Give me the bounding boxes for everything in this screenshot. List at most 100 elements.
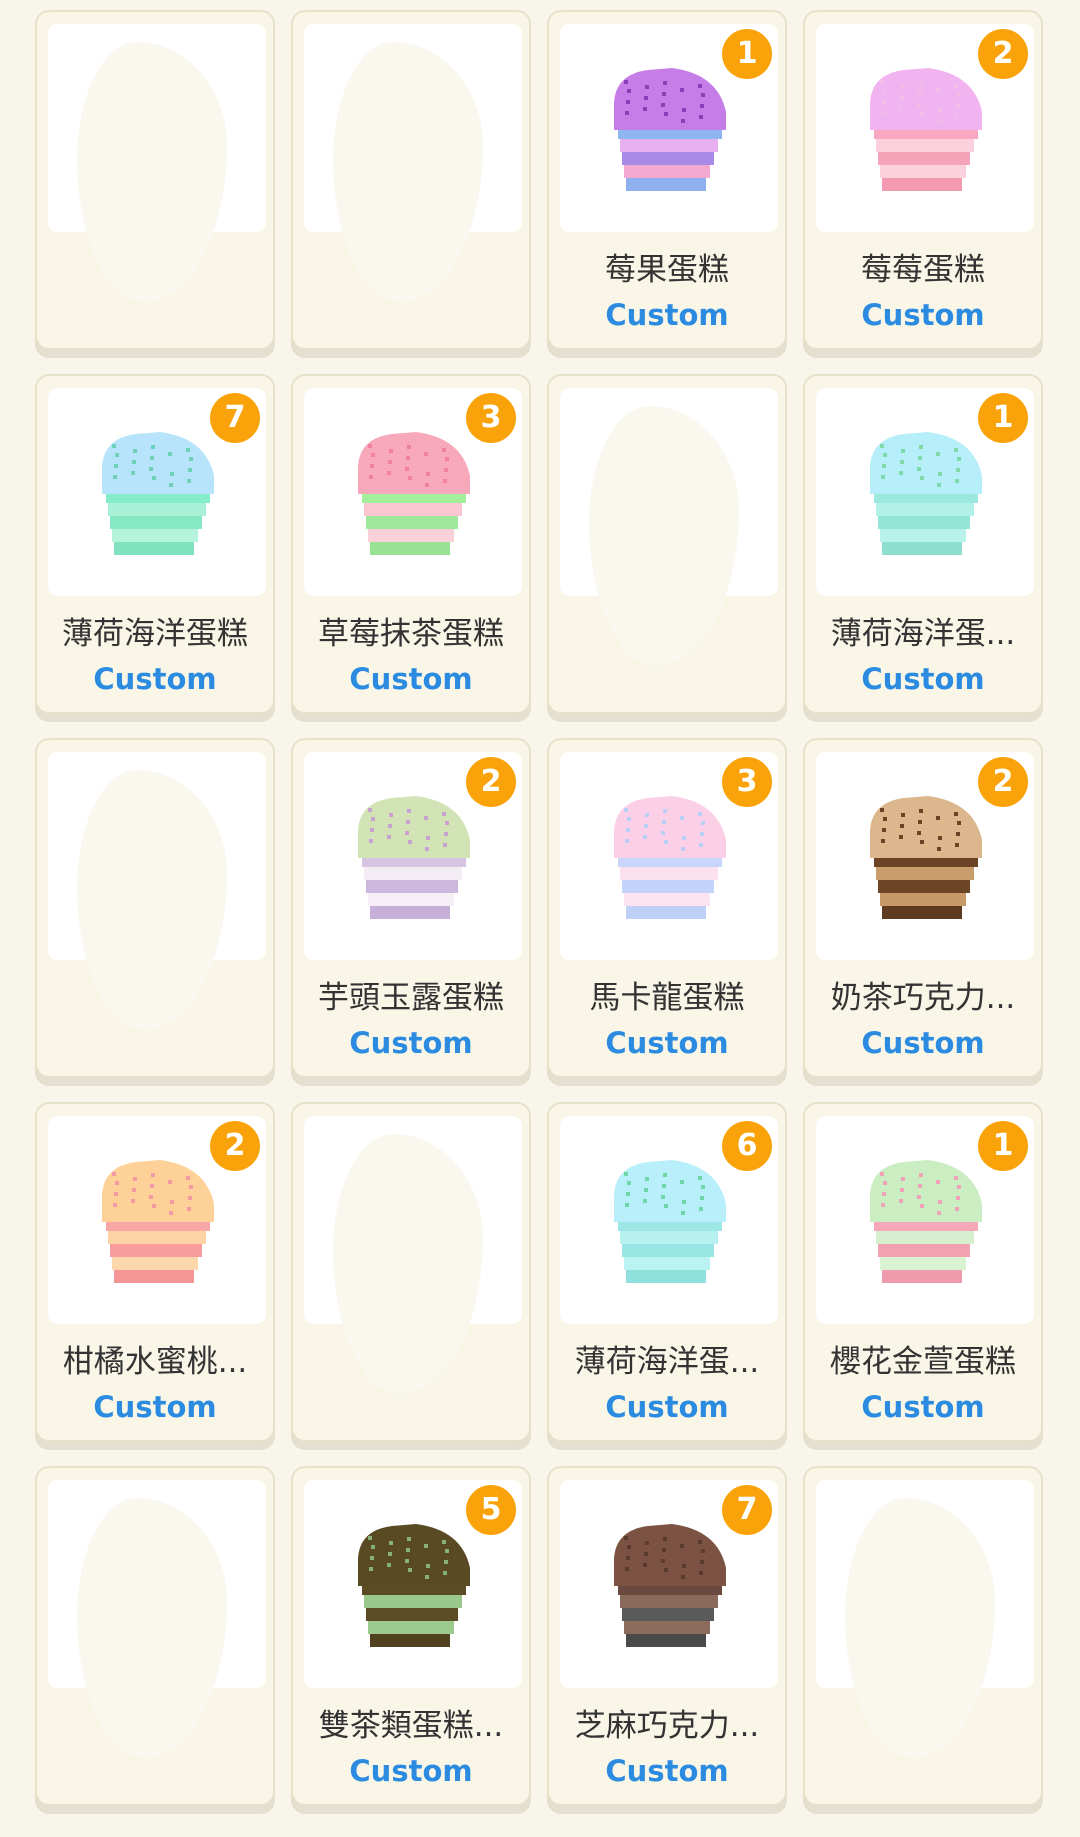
count-badge: 2 [466, 757, 516, 807]
count-badge: 1 [978, 1121, 1028, 1171]
cake-sprinkle [151, 445, 155, 449]
sticker-card[interactable]: 6 薄荷海洋蛋... Custom [547, 1102, 787, 1442]
sticker-name: 薄荷海洋蛋... [574, 1344, 760, 1380]
sticker-card[interactable]: 1 櫻花金萱蛋糕 Custom [803, 1102, 1043, 1442]
cake-sprinkle [407, 809, 411, 813]
cake-sprinkle [919, 445, 923, 449]
cake-layer [364, 867, 462, 880]
cake-sprinkle [699, 843, 703, 847]
cake-frosting [614, 1524, 726, 1586]
cake-sprinkle [368, 1536, 372, 1540]
cake-sprinkle [662, 1548, 666, 1552]
cake-sprinkle [113, 1203, 117, 1207]
custom-tag: Custom [349, 662, 473, 696]
sticker-card[interactable]: 2 芋頭玉露蛋糕 Custom [291, 738, 531, 1078]
cake-sprinkle [957, 821, 961, 825]
sticker-card[interactable]: 7 芝麻巧克力... Custom [547, 1466, 787, 1806]
cake-sprinkle [661, 1559, 665, 1563]
cake-sprinkle [644, 96, 648, 100]
sticker-card-empty[interactable] [35, 738, 275, 1078]
cake-sprinkle [408, 476, 412, 480]
cake-sprinkle [625, 111, 629, 115]
cake-sprinkle [151, 1173, 155, 1177]
sticker-card[interactable]: 2 奶茶巧克力... Custom [803, 738, 1043, 1078]
custom-tag: Custom [861, 298, 985, 332]
cake-sprinkle [919, 81, 923, 85]
cake-layer [368, 529, 454, 542]
cake-sprinkle [682, 836, 686, 840]
count-badge: 6 [722, 1121, 772, 1171]
cake-sprinkle [114, 1192, 118, 1196]
sticker-card[interactable]: 1 莓果蛋糕 Custom [547, 10, 787, 350]
cake-sprinkle [901, 813, 905, 817]
count-badge: 7 [722, 1485, 772, 1535]
sticker-card[interactable]: 3 草莓抹茶蛋糕 Custom [291, 374, 531, 714]
cake-layer [622, 1244, 714, 1257]
cake-sprinkle [938, 836, 942, 840]
cake-sprinkle [664, 1204, 668, 1208]
sticker-card-empty[interactable] [547, 374, 787, 714]
empty-placeholder [845, 1498, 995, 1758]
sticker-card-empty[interactable] [291, 1102, 531, 1442]
cake-frosting [614, 68, 726, 130]
cake-sprinkle [899, 471, 903, 475]
cake-frosting [870, 1160, 982, 1222]
cake-sprinkle [882, 464, 886, 468]
cake-frosting [614, 796, 726, 858]
cake-sprinkle [424, 452, 428, 456]
sticker-thumbnail: 7 [48, 388, 266, 596]
cake-sprinkle [645, 85, 649, 89]
sticker-card-empty[interactable] [803, 1466, 1043, 1806]
count-badge: 1 [722, 29, 772, 79]
cake-sprinkle [644, 1552, 648, 1556]
cake-sprinkle [661, 103, 665, 107]
sticker-card-empty[interactable] [35, 10, 275, 350]
cake-layer [368, 1621, 454, 1634]
sticker-card[interactable]: 3 馬卡龍蛋糕 Custom [547, 738, 787, 1078]
cake-sprinkle [369, 839, 373, 843]
cake-layer [876, 139, 974, 152]
cake-sprinkle [700, 1196, 704, 1200]
cake-sprinkle [408, 840, 412, 844]
cake-layer [876, 867, 974, 880]
cake-image [614, 68, 726, 191]
cake-sprinkle [901, 1177, 905, 1181]
cake-sprinkle [920, 112, 924, 116]
cake-sprinkle [663, 809, 667, 813]
cake-sprinkle [938, 108, 942, 112]
cake-layer [882, 906, 962, 919]
cake-sprinkle [881, 1203, 885, 1207]
sticker-card[interactable]: 2 莓莓蛋糕 Custom [803, 10, 1043, 350]
cake-sprinkle [624, 1536, 628, 1540]
count-badge: 5 [466, 1485, 516, 1535]
count-badge: 3 [466, 393, 516, 443]
cake-sprinkle [389, 813, 393, 817]
sticker-card-empty[interactable] [291, 10, 531, 350]
sticker-card[interactable]: 7 薄荷海洋蛋糕 Custom [35, 374, 275, 714]
cake-sprinkle [444, 832, 448, 836]
sticker-card-empty[interactable] [35, 1466, 275, 1806]
count-badge: 1 [978, 393, 1028, 443]
sticker-name: 櫻花金萱蛋糕 [830, 1344, 1016, 1380]
sticker-card[interactable]: 2 柑橘水蜜桃... Custom [35, 1102, 275, 1442]
cake-sprinkle [625, 1567, 629, 1571]
cake-sprinkle [442, 812, 446, 816]
custom-tag: Custom [349, 1754, 473, 1788]
cake-sprinkle [680, 1180, 684, 1184]
sticker-card[interactable]: 5 雙茶類蛋糕... Custom [291, 1466, 531, 1806]
cake-sprinkle [426, 836, 430, 840]
cake-sprinkle [700, 1560, 704, 1564]
cake-sprinkle [661, 831, 665, 835]
cake-image [614, 1160, 726, 1283]
cake-sprinkle [645, 1177, 649, 1181]
cake-sprinkle [954, 448, 958, 452]
cake-sprinkle [883, 453, 887, 457]
cake-sprinkle [644, 824, 648, 828]
cake-layer [370, 906, 450, 919]
cake-sprinkle [954, 1176, 958, 1180]
cake-sprinkle [624, 80, 628, 84]
cake-sprinkle [662, 1184, 666, 1188]
cake-image [870, 68, 982, 191]
sticker-card[interactable]: 1 薄荷海洋蛋... Custom [803, 374, 1043, 714]
cake-sprinkle [627, 89, 631, 93]
